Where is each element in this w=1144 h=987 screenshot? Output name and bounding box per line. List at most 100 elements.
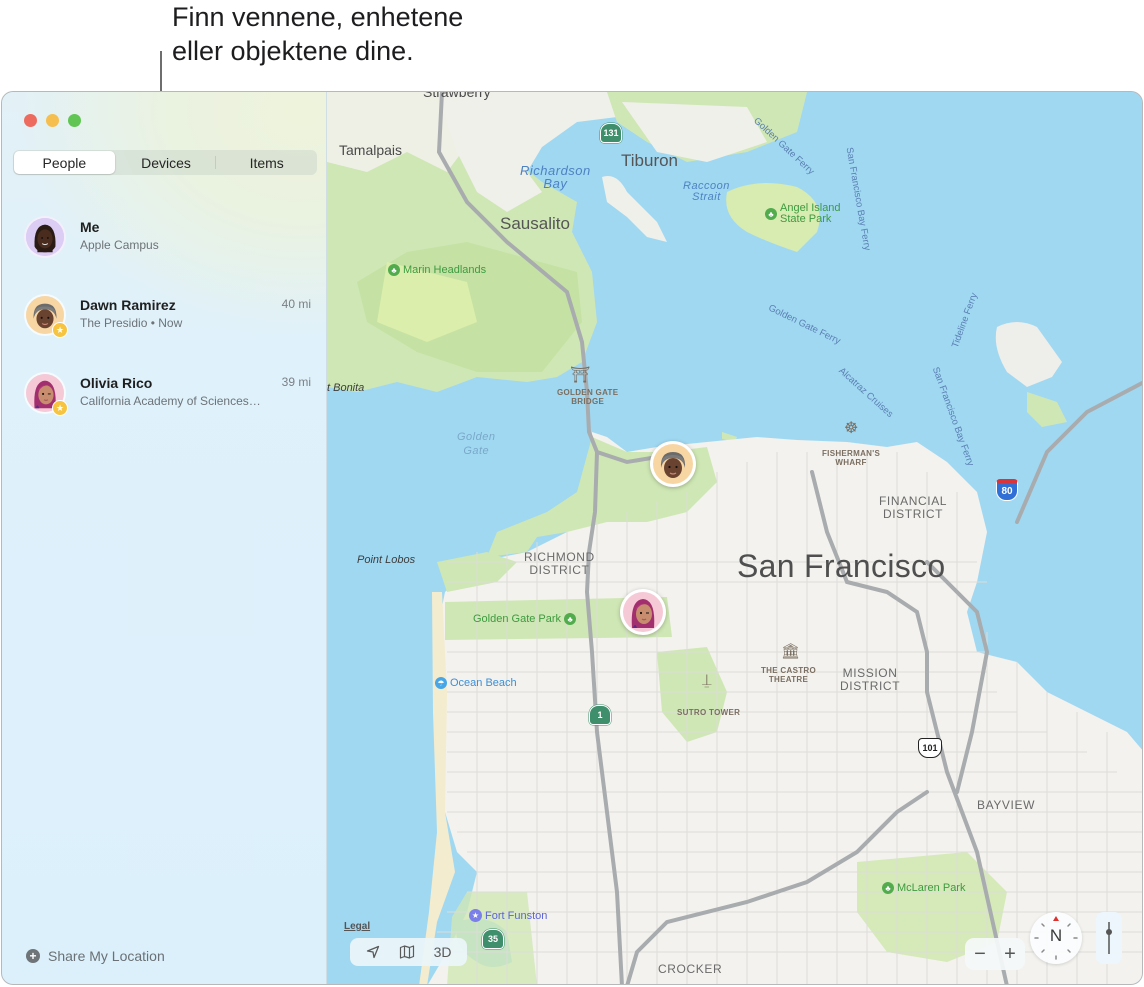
- map-label-bayview: BAYVIEW: [977, 798, 1035, 812]
- map-label-tamalpais: Tamalpais: [339, 142, 403, 158]
- map-label-fort-funston: ★ Fort Funston: [469, 909, 547, 922]
- ocean-beach-text: Ocean Beach: [450, 677, 517, 689]
- sutro-tower-icon: ⍊: [702, 672, 712, 689]
- map-label-sutro-tower: SUTRO TOWER: [677, 708, 741, 717]
- raccoon-line-2: Strait: [692, 191, 721, 203]
- person-location: Apple Campus: [80, 238, 159, 252]
- memoji-dawn-icon: [653, 444, 693, 484]
- map-label-ocean-beach: ☂ Ocean Beach: [435, 677, 517, 689]
- close-button[interactable]: [24, 114, 37, 127]
- 3d-toggle-button[interactable]: 3D: [434, 944, 452, 960]
- map-icon[interactable]: [399, 945, 415, 959]
- location-arrow-icon[interactable]: [366, 945, 380, 959]
- highway-shield-us-101: 101: [918, 738, 942, 758]
- zoom-controls: − +: [965, 938, 1025, 970]
- plus-circle-icon: +: [26, 949, 40, 963]
- golden-gate-bridge-icon: ⛩: [570, 367, 591, 384]
- pitch-slider[interactable]: [1096, 912, 1122, 964]
- ggb-line-1: GOLDEN GATE: [557, 388, 619, 397]
- map-label-san-francisco: San Francisco: [737, 548, 946, 584]
- star-landmark-icon: ★: [469, 909, 482, 922]
- map-label-crocker: CROCKER: [658, 962, 723, 976]
- tab-devices-label: Devices: [141, 154, 191, 171]
- legal-link[interactable]: Legal: [344, 921, 370, 932]
- compass-north-label: N: [1049, 926, 1063, 945]
- ggb-line-2: BRIDGE: [571, 397, 605, 406]
- tab-devices[interactable]: Devices: [116, 150, 217, 175]
- person-location: The Presidio • Now: [80, 316, 183, 330]
- person-row-olivia-rico[interactable]: ★ Olivia Rico California Academy of Scie…: [2, 360, 327, 438]
- fishermans-wharf-icon: ☸: [844, 420, 859, 437]
- park-tree-icon: ♣: [388, 264, 400, 276]
- zoom-button[interactable]: [68, 114, 81, 127]
- map-label-mission-district: MISSION DISTRICT: [840, 667, 900, 693]
- people-list: Me Apple Campus ★ Dawn Ramirez The Presi…: [2, 204, 327, 438]
- callout-line-1: Finn vennene, enhetene: [172, 2, 464, 32]
- map-label-golden-gate-park: Golden Gate Park ♣: [473, 612, 577, 625]
- map-label-golden-gate-bridge: GOLDEN GATE BRIDGE: [557, 388, 618, 406]
- map-label-strawberry: Strawberry: [423, 92, 491, 100]
- map-label-fishermans-wharf: FISHERMAN'S WHARF: [822, 449, 880, 467]
- ggpark-text: Golden Gate Park: [473, 612, 562, 625]
- share-my-location-button[interactable]: + Share My Location: [26, 948, 165, 964]
- map-label-tiburon: Tiburon: [621, 151, 679, 170]
- memoji-olivia-icon: [623, 592, 663, 632]
- zoom-out-button[interactable]: −: [974, 943, 986, 966]
- map-pin-dawn-ramirez[interactable]: [650, 441, 696, 487]
- tab-items[interactable]: Items: [216, 150, 317, 175]
- zoom-in-button[interactable]: +: [1004, 943, 1016, 966]
- map-label-raccoon-strait: Raccoon Strait: [683, 181, 730, 203]
- map-pin-olivia-rico[interactable]: [620, 589, 666, 635]
- memoji-me-icon: [26, 218, 64, 256]
- compass-button[interactable]: N: [1030, 912, 1082, 964]
- castro-theatre-icon: 🏛: [781, 643, 801, 660]
- fw-line-1: FISHERMAN'S: [822, 449, 881, 458]
- mclaren-text: McLaren Park: [897, 881, 966, 894]
- map-label-marin-headlands: ♣ Marin Headlands: [388, 264, 486, 276]
- park-tree-icon: ♣: [564, 613, 577, 625]
- fw-line-2: WHARF: [835, 458, 867, 467]
- tab-people-label: People: [42, 154, 87, 171]
- fd-line-2: DISTRICT: [882, 507, 944, 521]
- callout-line-2: eller objektene dine.: [172, 36, 414, 66]
- callout-caption: Finn vennene, enhetene eller objektene d…: [172, 0, 463, 68]
- minimize-button[interactable]: [46, 114, 59, 127]
- person-row-me[interactable]: Me Apple Campus: [2, 204, 327, 282]
- share-my-location-label: Share My Location: [48, 948, 165, 964]
- tab-people[interactable]: People: [14, 151, 115, 174]
- map-label-golden-gate: Golden Gate: [457, 430, 495, 458]
- highway-shield-ca-131: 131: [600, 123, 622, 143]
- highway-shield-ca-1: 1: [589, 705, 611, 725]
- gg-line-1: Golden: [457, 431, 496, 443]
- castro-line-2: THEATRE: [768, 675, 809, 684]
- favorite-star-icon: ★: [52, 322, 68, 338]
- gg-line-2: Gate: [463, 445, 490, 457]
- park-tree-icon: ♣: [882, 882, 894, 894]
- map-base-layer: [327, 92, 1142, 984]
- avatar-me: [24, 216, 66, 258]
- person-distance: 40 mi: [281, 297, 311, 311]
- person-row-dawn-ramirez[interactable]: ★ Dawn Ramirez The Presidio • Now 40 mi: [2, 282, 327, 360]
- rd-line-2: DISTRICT: [529, 563, 590, 577]
- person-name: Dawn Ramirez: [80, 297, 176, 313]
- map-label-point-bonita: t Bonita: [327, 382, 365, 394]
- person-distance: 39 mi: [281, 375, 311, 389]
- park-tree-icon: ♣: [765, 208, 777, 220]
- map-view[interactable]: Strawberry Tamalpais Tiburon Sausalito R…: [327, 92, 1142, 984]
- md-line-2: DISTRICT: [840, 679, 901, 693]
- map-label-financial-district: FINANCIAL DISTRICT: [879, 495, 947, 521]
- angel-line-2: State Park: [780, 213, 832, 225]
- sidebar: People Devices Items Me Apple Campus ★ D…: [2, 92, 327, 984]
- castro-line-1: THE CASTRO: [761, 666, 816, 675]
- map-label-castro-theatre: THE CASTRO THEATRE: [761, 666, 816, 684]
- favorite-star-icon: ★: [52, 400, 68, 416]
- beach-umbrella-icon: ☂: [435, 677, 447, 689]
- fort-funston-text: Fort Funston: [485, 909, 548, 922]
- person-name: Olivia Rico: [80, 375, 153, 391]
- highway-shield-ca-35: 35: [482, 929, 504, 949]
- marin-text: Marin Headlands: [403, 263, 487, 276]
- map-label-richmond-district: RICHMOND DISTRICT: [524, 551, 595, 577]
- find-my-window: People Devices Items Me Apple Campus ★ D…: [1, 91, 1143, 985]
- pitch-slider-icon: [1106, 922, 1112, 954]
- map-label-angel-island: ♣ Angel Island State Park: [765, 203, 841, 225]
